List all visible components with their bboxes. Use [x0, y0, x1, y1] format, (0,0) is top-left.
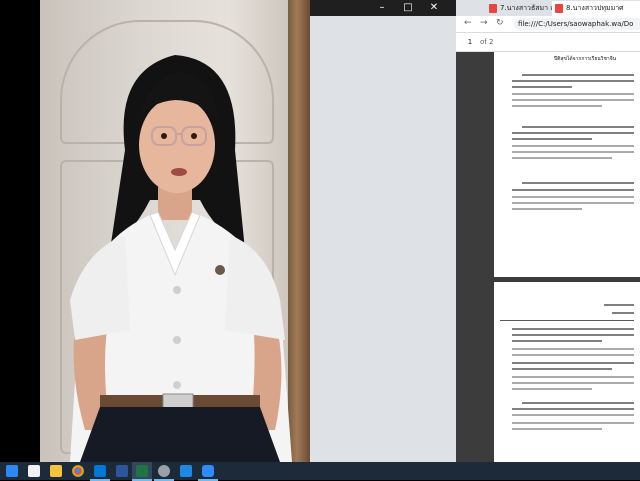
- address-bar[interactable]: file:///C:/Users/saowaphak.wa/Do: [514, 18, 640, 30]
- pdf-page-2: [494, 282, 640, 462]
- chrome-icon[interactable]: [72, 465, 84, 477]
- pdf-page-1: ปีติสุขได้จากการเรียนวิชาจีน: [494, 52, 640, 277]
- excel-icon[interactable]: [132, 465, 152, 481]
- document-title: ปีติสุขได้จากการเรียนวิชาจีน: [554, 56, 617, 62]
- media-icon[interactable]: [180, 465, 192, 477]
- tab-strip: 7.นางสาวธัสมา แสงแดง ✕ 8.นางสาวปทุมมาศ ✕: [456, 0, 640, 16]
- windows-icon[interactable]: [6, 465, 18, 477]
- zoom-icon[interactable]: [198, 465, 218, 481]
- maximize-button[interactable]: □: [396, 0, 420, 16]
- reload-icon[interactable]: ↻: [496, 18, 504, 28]
- store-icon[interactable]: [28, 465, 40, 477]
- browser-toolbar: ← → ↻ file:///C:/Users/saowaphak.wa/Do: [456, 16, 640, 33]
- tab-2[interactable]: 8.นางสาวปทุมมาศ ✕: [552, 1, 640, 16]
- pdf-viewer[interactable]: ปีติสุขได้จากการเรียนวิชาจีน: [456, 52, 640, 462]
- minimize-button[interactable]: –: [370, 0, 394, 16]
- pdf-icon: [489, 4, 497, 13]
- close-button[interactable]: ✕: [422, 0, 446, 16]
- forward-icon[interactable]: →: [480, 18, 488, 28]
- explorer-icon[interactable]: [50, 465, 62, 477]
- word-icon[interactable]: [116, 465, 128, 477]
- mail-icon[interactable]: [90, 465, 110, 481]
- address-text: file:///C:/Users/saowaphak.wa/Do: [518, 20, 634, 28]
- back-icon[interactable]: ←: [464, 18, 472, 28]
- video-frame: [40, 0, 310, 462]
- student-figure: [70, 55, 292, 462]
- pdf-icon: [555, 4, 563, 13]
- taskbar: [0, 462, 640, 481]
- page-number-input[interactable]: 1: [462, 36, 478, 48]
- tab-label: 8.นางสาวปทุมมาศ: [566, 4, 624, 12]
- page-total: of 2: [480, 38, 494, 46]
- pdf-toolbar: 1 of 2: [456, 33, 640, 52]
- camera-icon[interactable]: [154, 465, 174, 481]
